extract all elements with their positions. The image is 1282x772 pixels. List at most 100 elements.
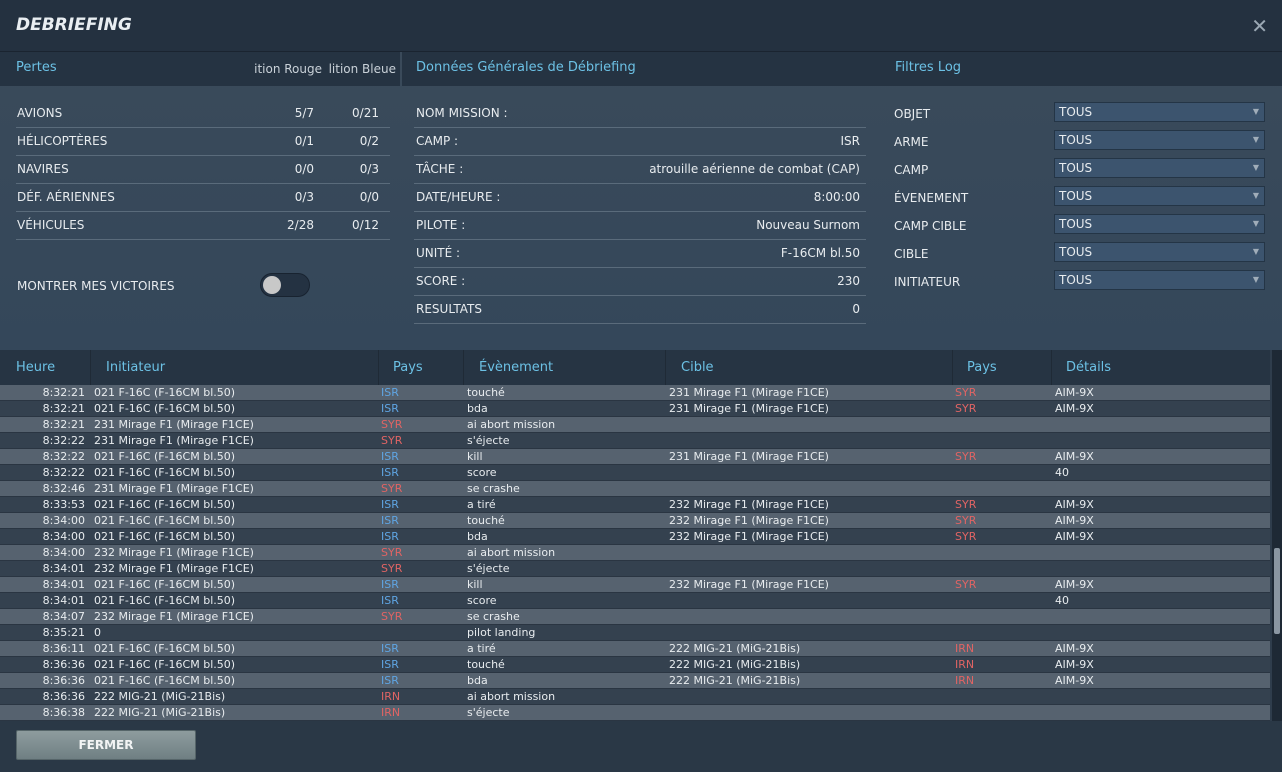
- filter-select[interactable]: TOUS ▼: [1054, 270, 1265, 290]
- log-row[interactable]: 8:36:36 222 MIG-21 (MiG-21Bis) IRN ai abort…: [0, 689, 1270, 705]
- toggle-knob[interactable]: [263, 276, 281, 294]
- cell-country: SYR: [381, 418, 403, 431]
- close-button[interactable]: FERMER: [16, 730, 196, 760]
- column-header[interactable]: Initiateur: [106, 360, 165, 375]
- log-row[interactable]: 8:32:21 021 F-16C (F-16CM bl.50) ISR bda 231…: [0, 401, 1270, 417]
- cell-initiator: 021 F-16C (F-16CM bl.50): [94, 514, 236, 527]
- general-value: Nouveau Surnom: [756, 218, 860, 232]
- cell-country: ISR: [381, 514, 399, 527]
- loss-red: 2/28: [287, 218, 314, 232]
- cell-time: 8:32:21: [42, 402, 85, 415]
- log-row[interactable]: 8:35:21 0 pilot landing: [0, 625, 1270, 641]
- log-row[interactable]: 8:34:07 232 Mirage F1 (Mirage F1CE) SYR se …: [0, 609, 1270, 625]
- log-row[interactable]: 8:34:01 021 F-16C (F-16CM bl.50) ISR kill 23…: [0, 577, 1270, 593]
- column-header[interactable]: Évènement: [479, 360, 553, 375]
- log-row[interactable]: 8:32:22 231 Mirage F1 (Mirage F1CE) SYR s'é…: [0, 433, 1270, 449]
- cell-time: 8:34:01: [42, 594, 85, 607]
- cell-target: 232 Mirage F1 (Mirage F1CE): [669, 498, 829, 511]
- show-victories-label: MONTRER MES VICTOIRES: [17, 279, 175, 293]
- cell-target-country: SYR: [955, 450, 977, 463]
- cell-event: bda: [467, 674, 488, 687]
- cell-target: 222 MIG-21 (MiG-21Bis): [669, 674, 801, 687]
- general-label: NOM MISSION :: [416, 106, 508, 120]
- general-label: CAMP :: [416, 134, 459, 148]
- cell-event: score: [467, 466, 497, 479]
- filter-select[interactable]: TOUS ▼: [1054, 214, 1265, 234]
- filter-select[interactable]: TOUS ▼: [1054, 242, 1265, 262]
- log-row[interactable]: 8:34:00 021 F-16C (F-16CM bl.50) ISR touché…: [0, 513, 1270, 529]
- scrollbar[interactable]: [1272, 350, 1282, 721]
- coalition-blue-header: Coalition Bleue: [328, 62, 396, 76]
- filter-label: INITIATEUR: [894, 275, 961, 289]
- general-row: UNITÉ : F-16CM bl.50: [414, 240, 866, 268]
- cell-initiator: 232 Mirage F1 (Mirage F1CE): [94, 562, 254, 575]
- cell-initiator: 021 F-16C (F-16CM bl.50): [94, 594, 236, 607]
- log-row[interactable]: 8:34:01 021 F-16C (F-16CM bl.50) ISR score 4…: [0, 593, 1270, 609]
- column-header[interactable]: Heure: [16, 360, 55, 375]
- general-value: F-16CM bl.50: [780, 246, 860, 260]
- column-header[interactable]: Détails: [1066, 360, 1111, 375]
- cell-event: ai abort mission: [467, 546, 556, 559]
- cell-event: s'éjecte: [467, 434, 510, 447]
- cell-event: pilot landing: [467, 626, 536, 639]
- log-row[interactable]: 8:32:46 231 Mirage F1 (Mirage F1CE) SYR se …: [0, 481, 1270, 497]
- cell-initiator: 021 F-16C (F-16CM bl.50): [94, 578, 236, 591]
- cell-event: a tiré: [467, 642, 496, 655]
- filter-select[interactable]: TOUS ▼: [1054, 158, 1265, 178]
- log-row[interactable]: 8:36:36 021 F-16C (F-16CM bl.50) ISR touché…: [0, 657, 1270, 673]
- log-row[interactable]: 8:32:22 021 F-16C (F-16CM bl.50) ISR score 4…: [0, 465, 1270, 481]
- scrollbar-thumb[interactable]: [1274, 548, 1280, 634]
- log-row[interactable]: 8:32:21 231 Mirage F1 (Mirage F1CE) SYR ai …: [0, 417, 1270, 433]
- cell-country: ISR: [381, 578, 399, 591]
- cell-target-country: IRN: [955, 642, 975, 655]
- loss-red: 0/3: [294, 190, 314, 204]
- log-row[interactable]: 8:36:38 222 MIG-21 (MiG-21Bis) IRN s'éjecte: [0, 705, 1270, 721]
- cell-details: AIM-9X: [1055, 530, 1094, 543]
- cell-target: 222 MIG-21 (MiG-21Bis): [669, 642, 801, 655]
- cell-time: 8:32:21: [42, 386, 85, 399]
- log-row[interactable]: 8:34:01 232 Mirage F1 (Mirage F1CE) SYR s'é…: [0, 561, 1270, 577]
- log-row[interactable]: 8:34:00 021 F-16C (F-16CM bl.50) ISR bda 232…: [0, 529, 1270, 545]
- cell-initiator: 021 F-16C (F-16CM bl.50): [94, 498, 236, 511]
- loss-row: DÉF. AÉRIENNES 0/3 0/0: [16, 184, 390, 212]
- cell-country: SYR: [381, 434, 403, 447]
- cell-target-country: IRN: [955, 658, 975, 671]
- log-row[interactable]: 8:36:36 021 F-16C (F-16CM bl.50) ISR bda 222…: [0, 673, 1270, 689]
- log-row[interactable]: 8:36:11 021 F-16C (F-16CM bl.50) ISR a tiré…: [0, 641, 1270, 657]
- cell-time: 8:34:00: [42, 514, 85, 527]
- filter-value: TOUS: [1059, 245, 1093, 259]
- cell-initiator: 021 F-16C (F-16CM bl.50): [94, 674, 236, 687]
- general-row: DATE/HEURE : 8:00:00: [414, 184, 866, 212]
- column-header[interactable]: Pays: [393, 360, 423, 375]
- cell-target: 222 MIG-21 (MiG-21Bis): [669, 658, 801, 671]
- cell-initiator: 021 F-16C (F-16CM bl.50): [94, 466, 236, 479]
- cell-event: touché: [467, 386, 505, 399]
- close-icon[interactable]: ✕: [1251, 14, 1268, 38]
- log-row[interactable]: 8:32:22 021 F-16C (F-16CM bl.50) ISR kill 23…: [0, 449, 1270, 465]
- cell-time: 8:34:00: [42, 546, 85, 559]
- cell-time: 8:33:53: [42, 498, 85, 511]
- cell-country: SYR: [381, 546, 403, 559]
- log-table-body: 8:32:21 021 F-16C (F-16CM bl.50) ISR touché…: [0, 385, 1270, 721]
- cell-details: AIM-9X: [1055, 578, 1094, 591]
- cell-initiator: 222 MIG-21 (MiG-21Bis): [94, 706, 226, 719]
- cell-target: 231 Mirage F1 (Mirage F1CE): [669, 386, 829, 399]
- column-header[interactable]: Pays: [967, 360, 997, 375]
- log-row[interactable]: 8:34:00 232 Mirage F1 (Mirage F1CE) SYR ai …: [0, 545, 1270, 561]
- log-row[interactable]: 8:33:53 021 F-16C (F-16CM bl.50) ISR a tiré…: [0, 497, 1270, 513]
- filter-select[interactable]: TOUS ▼: [1054, 102, 1265, 122]
- cell-event: ai abort mission: [467, 690, 556, 703]
- chevron-down-icon: ▼: [1252, 107, 1259, 116]
- general-label: DATE/HEURE :: [416, 190, 501, 204]
- general-row: TÂCHE : Patrouille aérienne de combat (C…: [414, 156, 866, 184]
- cell-time: 8:34:07: [42, 610, 85, 623]
- general-row: SCORE : 230: [414, 268, 866, 296]
- log-row[interactable]: 8:32:21 021 F-16C (F-16CM bl.50) ISR touché…: [0, 385, 1270, 401]
- loss-blue: 0/3: [359, 162, 379, 176]
- filter-select[interactable]: TOUS ▼: [1054, 186, 1265, 206]
- filter-select[interactable]: TOUS ▼: [1054, 130, 1265, 150]
- general-value: ISR: [840, 134, 861, 148]
- cell-details: AIM-9X: [1055, 674, 1094, 687]
- show-victories-toggle[interactable]: [260, 273, 310, 297]
- column-header[interactable]: Cible: [681, 360, 714, 375]
